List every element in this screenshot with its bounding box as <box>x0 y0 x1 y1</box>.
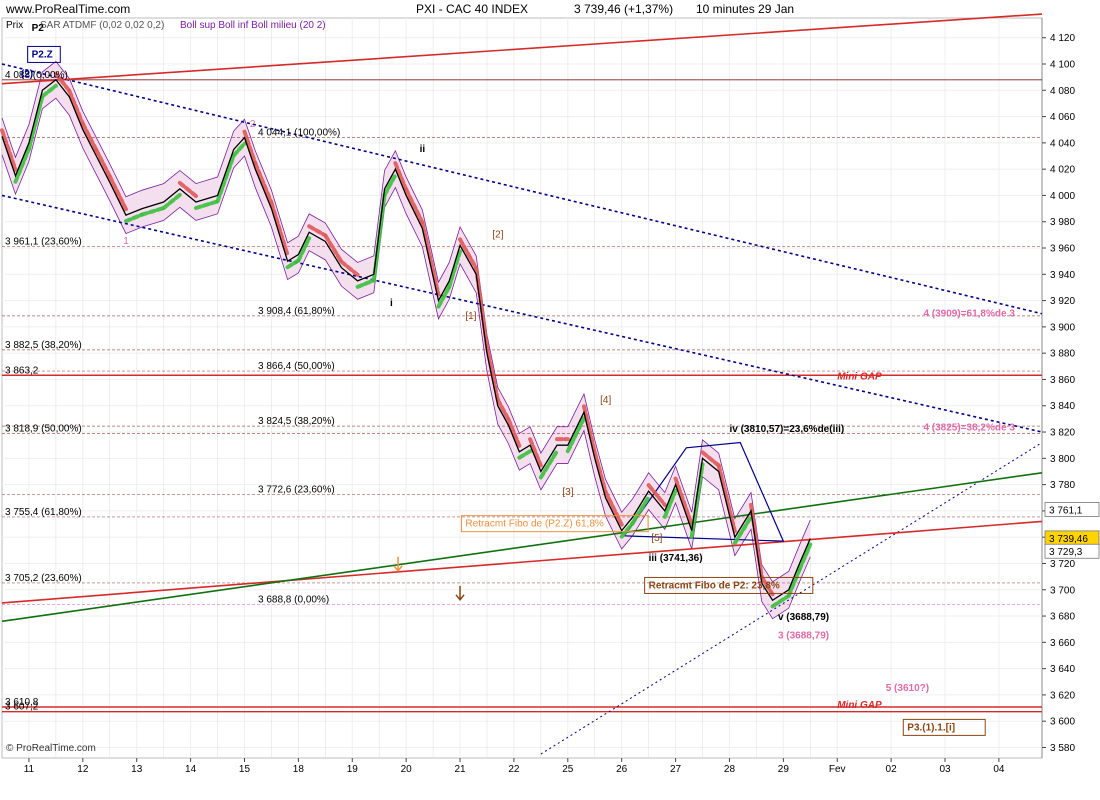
wave-label: 1 <box>123 236 129 247</box>
y-tick-label: 4 040 <box>1050 138 1075 149</box>
chart-canvas: 3 580 3 600 3 620 3 640 3 660 3 680 3 700 3 720… <box>0 0 1100 800</box>
y-tick-label: 3 820 <box>1050 428 1075 439</box>
wave-label: 4 (3909)=61,8%de 3 <box>923 308 1015 319</box>
wave-label: 4 (3825)=38,2%de 3 <box>923 423 1015 434</box>
y-tick-label: 3 600 <box>1050 717 1075 728</box>
wave-label: 2 <box>250 119 256 130</box>
y-tick-label: 3 800 <box>1050 454 1075 465</box>
x-tick-label: 02 <box>886 764 898 775</box>
wave-label: P2.Z <box>32 49 53 60</box>
wave-label: iii (3741,36) <box>649 553 703 564</box>
wave-label: [5] <box>651 533 662 544</box>
y-tick-label: 3 640 <box>1050 664 1075 675</box>
x-tick-label: Fev <box>829 764 846 775</box>
y-tick-label: 3 960 <box>1050 244 1075 255</box>
fibo-label-mid: 3 866,4 (50,00%) <box>258 361 335 372</box>
wave-label: Retracmt Fibo de P2: 23,8% <box>649 580 780 591</box>
x-tick-label: 04 <box>993 764 1005 775</box>
y-tick-label: 3 660 <box>1050 638 1075 649</box>
last-price: 3 739,46 (+1,37%) <box>574 2 674 16</box>
wave-label: i <box>390 298 393 309</box>
x-tick-label: 20 <box>401 764 413 775</box>
wave-label: [3] <box>562 487 573 498</box>
x-tick-label: 15 <box>239 764 251 775</box>
x-tick-label: 12 <box>77 764 89 775</box>
wave-label: Mini GAP <box>837 700 882 711</box>
fibo-label-mid: 3 772,6 (23,60%) <box>258 484 335 495</box>
x-tick-label: 28 <box>724 764 736 775</box>
y-tick-label: 3 900 <box>1050 322 1075 333</box>
fibo-label-mid: 3 688,8 (0,00%) <box>258 594 329 605</box>
fibo-label-left: 3 961,1 (23,60%) <box>5 237 82 248</box>
y-tick-label: 3 620 <box>1050 690 1075 701</box>
wave-label: [1] <box>465 311 476 322</box>
x-tick-label: 25 <box>562 764 574 775</box>
fibo-label-left: 3 755,4 (61,80%) <box>5 507 82 518</box>
fibo-label-left: 3 705,2 (23,60%) <box>5 573 82 584</box>
y-tick-label: 4 080 <box>1050 86 1075 97</box>
y-tick-label: 3 980 <box>1050 217 1075 228</box>
wave-label: (2) <box>21 69 33 80</box>
fibo-label-left: 3 882,5 (38,20%) <box>5 340 82 351</box>
wave-label: ii <box>420 144 426 155</box>
y-tick-label: 4 000 <box>1050 191 1075 202</box>
y-tick-label: 3 780 <box>1050 480 1075 491</box>
y-tick-label: 3 860 <box>1050 375 1075 386</box>
x-tick-label: 27 <box>670 764 682 775</box>
y-tick-label: 3 720 <box>1050 559 1075 570</box>
x-tick-label: 03 <box>939 764 951 775</box>
y-tick-label: 3 840 <box>1050 401 1075 412</box>
boll-legend: Boll sup Boll inf Boll milieu (20 2) <box>180 20 326 31</box>
price-box-label: 3 739,46 <box>1049 534 1088 545</box>
y-tick-label: 4 020 <box>1050 165 1075 176</box>
fibo-label-mid: 4 088 (0,00%) <box>5 70 68 81</box>
wave-label: P3.(1).1.[i] <box>907 722 955 733</box>
x-tick-label: 29 <box>778 764 790 775</box>
fibo-label-mid: 3 824,5 (38,20%) <box>258 416 335 427</box>
y-tick-label: 3 880 <box>1050 349 1075 360</box>
instrument-title: PXI - CAC 40 INDEX <box>416 2 529 16</box>
fibo-label-mid: 3 908,4 (61,80%) <box>258 306 335 317</box>
x-tick-label: 26 <box>616 764 628 775</box>
wave-label: iv (3810,57)=23,6%de(iii) <box>729 424 844 435</box>
x-tick-label: 14 <box>185 764 197 775</box>
wave-label: Mini GAP <box>837 371 882 382</box>
x-tick-label: 18 <box>293 764 305 775</box>
fibo-label-left: 3 818,9 (50,00%) <box>5 423 82 434</box>
x-tick-label: 19 <box>347 764 359 775</box>
y-tick-label: 3 940 <box>1050 270 1075 281</box>
y-tick-label: 4 120 <box>1050 33 1075 44</box>
fibo-label-mid: 4 044,1 (100,00%) <box>258 127 340 138</box>
price-box-label: 3 761,1 <box>1049 505 1083 516</box>
price-box-label: 3 729,3 <box>1049 547 1083 558</box>
fibo-label-left: 3 607,2 <box>5 702 39 713</box>
x-tick-label: 21 <box>454 764 466 775</box>
y-tick-label: 4 060 <box>1050 112 1075 123</box>
y-tick-label: 3 580 <box>1050 743 1075 754</box>
fibo-label-left: 3 863,2 <box>5 365 39 376</box>
chart-background <box>0 0 1100 800</box>
prix-label: Prix <box>6 20 24 31</box>
x-tick-label: 13 <box>131 764 143 775</box>
y-tick-label: 4 100 <box>1050 60 1075 71</box>
y-tick-label: 3 680 <box>1050 612 1075 623</box>
copyright: © ProRealTime.com <box>6 743 96 754</box>
wave-label: [4] <box>600 395 611 406</box>
wave-label: [2] <box>492 230 503 241</box>
y-tick-label: 3 920 <box>1050 296 1075 307</box>
wave-label: 3 (3688,79) <box>778 630 829 641</box>
x-tick-label: 11 <box>24 764 35 775</box>
wave-label: Retracmt Fibo de (P2.Z) 61,8% <box>465 519 603 530</box>
x-tick-label: 22 <box>508 764 520 775</box>
site-name: www.ProRealTime.com <box>6 2 131 16</box>
period-label: 10 minutes 29 Jan <box>696 2 795 16</box>
sar-legend: SAR ATDMF (0,02 0,02 0,2) <box>40 20 165 31</box>
y-tick-label: 3 700 <box>1050 585 1075 596</box>
wave-label: v (3688,79) <box>778 612 829 623</box>
wave-label: 5 (3610?) <box>886 683 929 694</box>
